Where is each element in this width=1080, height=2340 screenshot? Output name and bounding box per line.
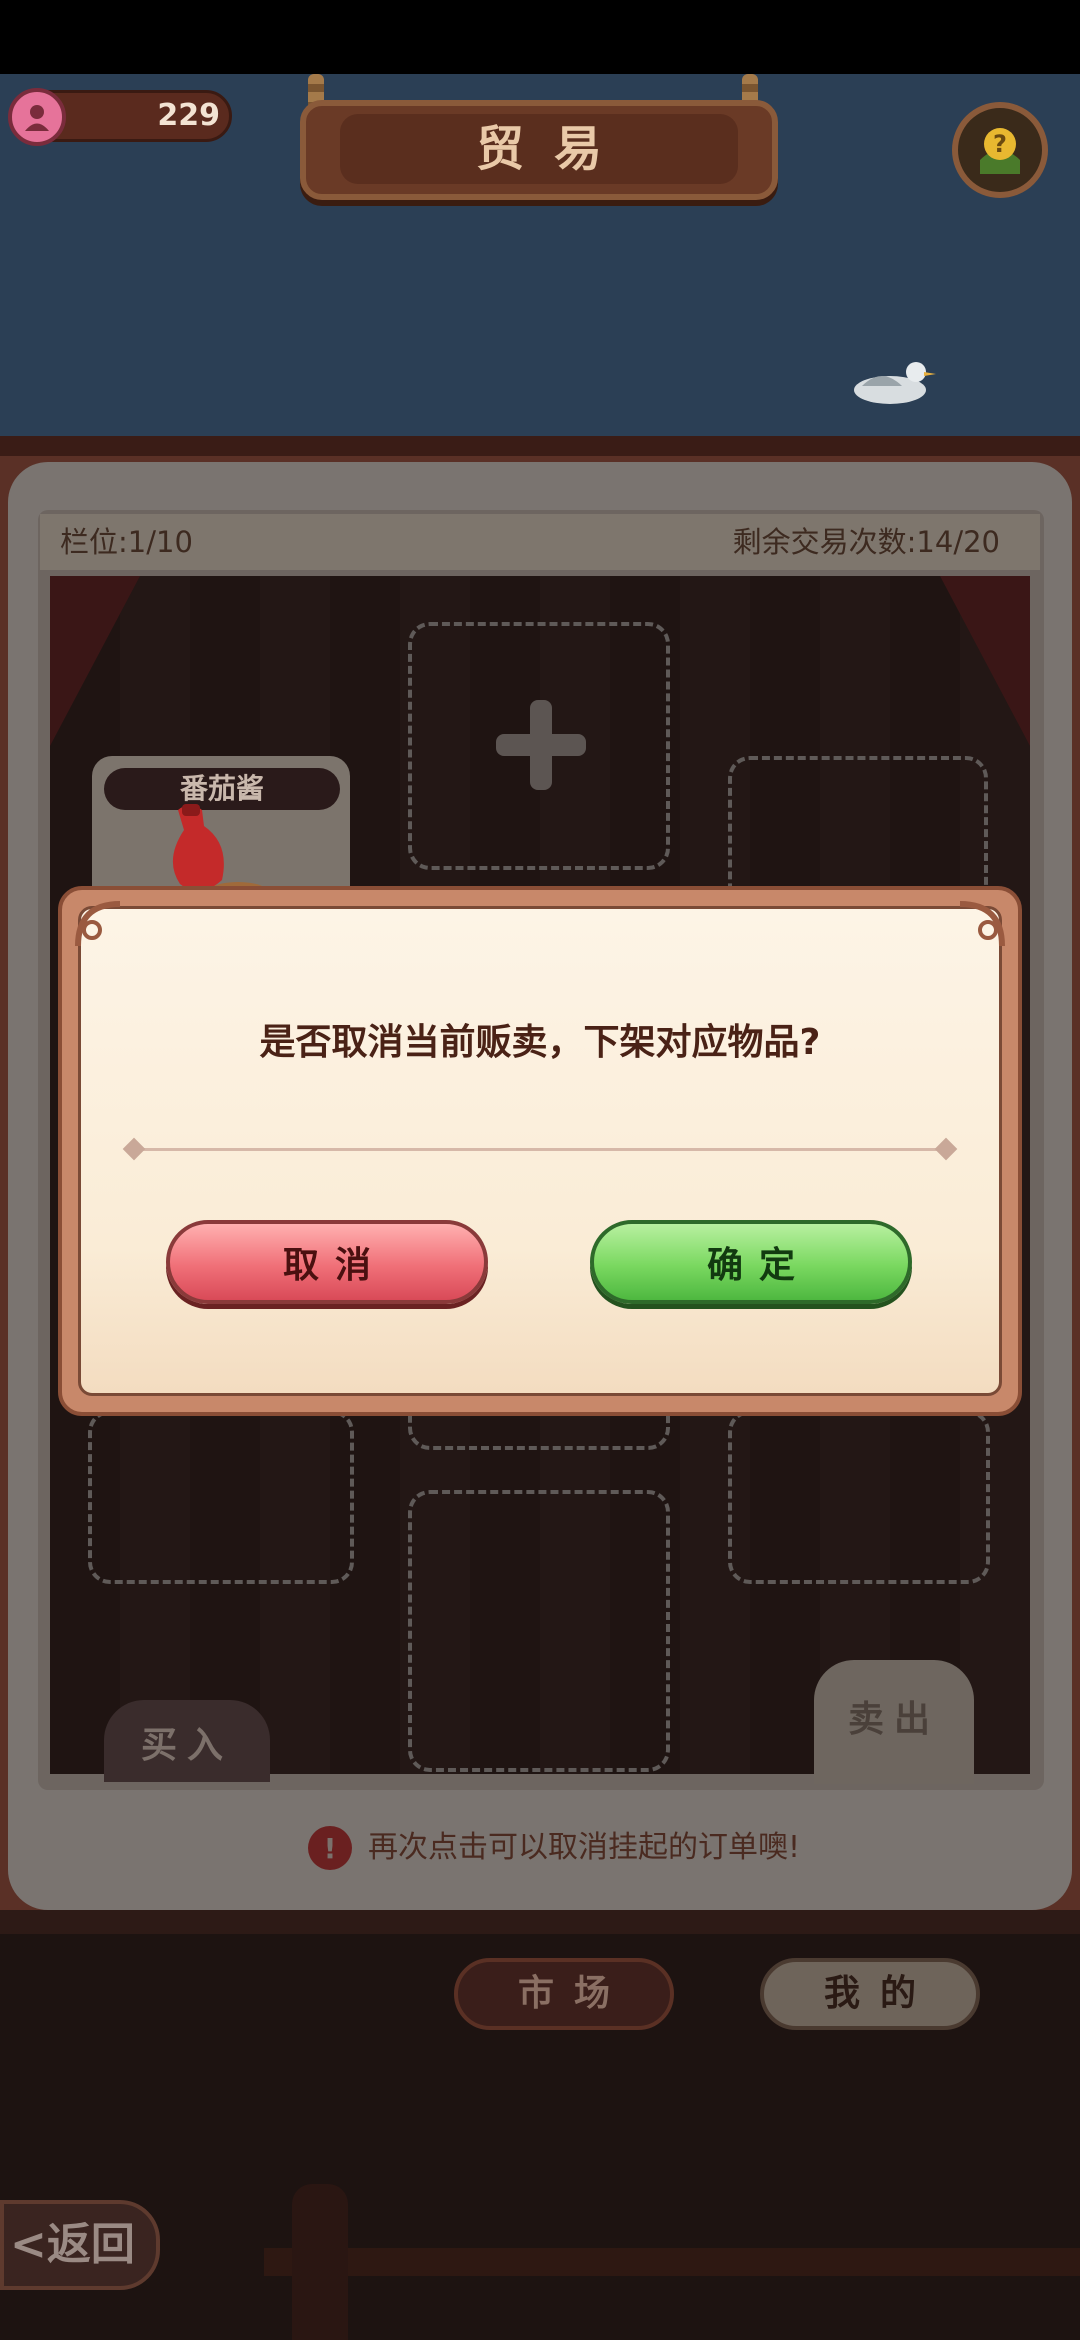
hint-text: 再次点击可以取消挂起的订单噢! <box>368 1830 801 1865</box>
back-button-label: <返回 <box>10 2219 135 2270</box>
empty-slot[interactable] <box>728 1410 990 1584</box>
avatar-coin-icon <box>8 88 66 146</box>
slots-count: 栏位:1/10 <box>60 525 193 559</box>
ketchup-bottle-icon <box>172 804 268 900</box>
tab-buy-label: 买入 <box>140 1725 233 1766</box>
help-button[interactable]: ? <box>952 102 1048 198</box>
divider <box>130 1148 950 1151</box>
corner-ornament-icon <box>75 901 121 947</box>
railing-post <box>292 2184 348 2340</box>
wood-beam <box>0 436 1080 458</box>
question-icon: ? <box>980 128 1020 174</box>
coin-value: 229 <box>157 98 220 133</box>
remaining-trades: 剩余交易次数:14/20 <box>732 525 1000 559</box>
dialog-message: 是否取消当前贩卖，下架对应物品? <box>259 1022 821 1063</box>
tab-market-label: 市场 <box>517 1973 630 2014</box>
plus-icon <box>496 700 586 790</box>
warning-icon: ! <box>308 1826 352 1870</box>
corner-ornament-icon <box>959 901 1005 947</box>
confirm-dialog-body <box>78 906 1002 1396</box>
tab-mine-label: 我的 <box>823 1973 936 2014</box>
empty-slot[interactable] <box>88 1410 354 1584</box>
railing <box>264 2248 1080 2276</box>
status-bar <box>0 0 1080 74</box>
cancel-button[interactable]: 取消 <box>166 1220 488 1304</box>
page-title: 贸易 <box>475 121 632 177</box>
confirm-button[interactable]: 确定 <box>590 1220 912 1304</box>
empty-slot[interactable] <box>408 1410 670 1450</box>
empty-slot[interactable] <box>408 1490 670 1772</box>
bottom-beam <box>0 1910 1080 1934</box>
seagull-icon <box>854 362 936 404</box>
tab-sell-label: 卖出 <box>847 1699 940 1740</box>
svg-text:?: ? <box>993 130 1007 158</box>
